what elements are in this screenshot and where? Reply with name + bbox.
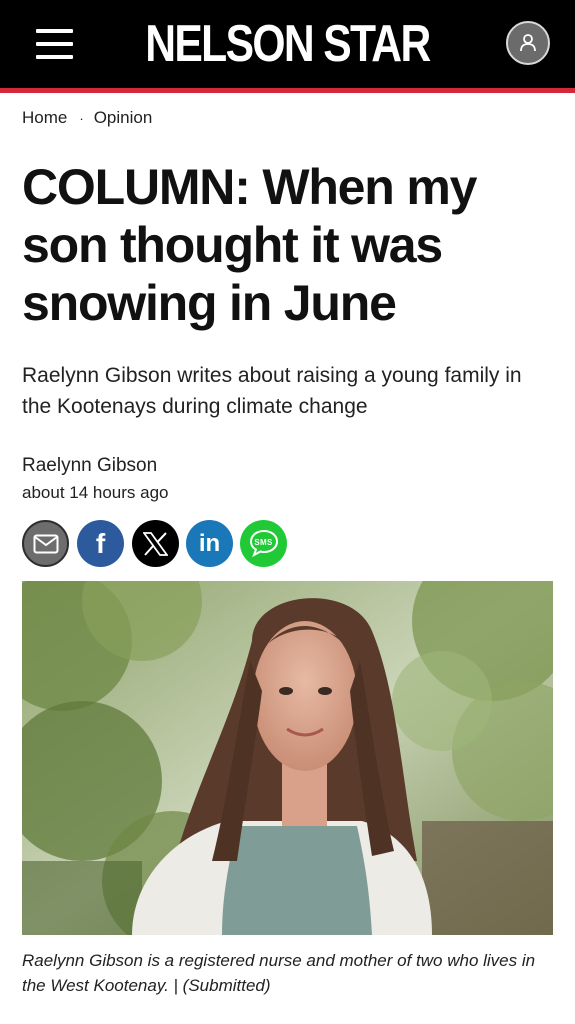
publish-time: about 14 hours ago	[22, 483, 169, 502]
site-logo[interactable]: NELSON STAR	[52, 14, 524, 74]
author-name[interactable]: Raelynn Gibson	[22, 454, 157, 478]
article-subheadline: Raelynn Gibson writes about raising a yo…	[22, 364, 522, 418]
x-icon	[143, 531, 168, 556]
breadcrumb-home-link[interactable]: Home	[22, 108, 67, 127]
envelope-icon	[33, 534, 58, 554]
photo-caption: Raelynn Gibson is a registered nurse and…	[22, 951, 536, 995]
share-x-button[interactable]	[132, 520, 179, 567]
share-email-button[interactable]	[22, 520, 69, 567]
site-header: NELSON STAR	[0, 0, 575, 88]
share-sms-button[interactable]: SMS	[240, 520, 287, 567]
header-accent-line	[0, 88, 575, 93]
breadcrumb-separator: ·	[79, 111, 84, 126]
facebook-icon: f	[95, 528, 106, 559]
sms-label: SMS	[254, 538, 273, 547]
share-facebook-button[interactable]: f	[77, 520, 124, 567]
portrait-image	[22, 581, 553, 935]
article-headline: COLUMN: When my son thought it was snowi…	[22, 159, 477, 331]
linkedin-icon: in	[198, 530, 221, 557]
account-button[interactable]	[506, 21, 550, 65]
share-linkedin-button[interactable]: in	[186, 520, 233, 567]
user-icon	[520, 34, 536, 52]
article-photo	[22, 581, 553, 935]
breadcrumb: Home · Opinion	[22, 108, 152, 129]
breadcrumb-section-link[interactable]: Opinion	[94, 108, 153, 127]
